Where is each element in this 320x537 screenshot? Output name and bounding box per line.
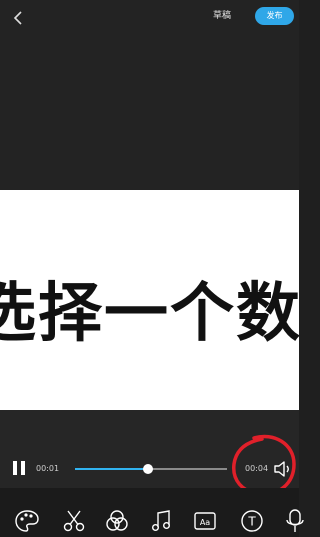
progress-fill	[75, 468, 148, 470]
text-glyph: T	[247, 515, 256, 529]
chevron-left-icon[interactable]	[9, 8, 29, 28]
draft-button[interactable]: 草稿	[204, 8, 240, 24]
pause-icon[interactable]	[10, 458, 28, 478]
subtitle-glyph: Aa	[200, 518, 210, 527]
palette-icon[interactable]	[14, 508, 40, 534]
music-icon[interactable]	[148, 508, 174, 534]
preview-caption: 选择一个数	[0, 277, 299, 351]
progress-slider[interactable]	[75, 464, 227, 474]
current-time: 00:01	[36, 464, 60, 473]
publish-button[interactable]: 发布	[255, 7, 294, 25]
filter-icon[interactable]	[104, 508, 130, 534]
text-icon[interactable]: T	[239, 508, 265, 534]
scissors-icon[interactable]	[61, 508, 87, 534]
video-top-area	[0, 0, 299, 190]
video-preview: 选择一个数	[0, 190, 299, 410]
subtitle-icon[interactable]: Aa	[192, 508, 218, 534]
progress-thumb[interactable]	[142, 464, 153, 474]
microphone-icon[interactable]	[282, 508, 308, 534]
